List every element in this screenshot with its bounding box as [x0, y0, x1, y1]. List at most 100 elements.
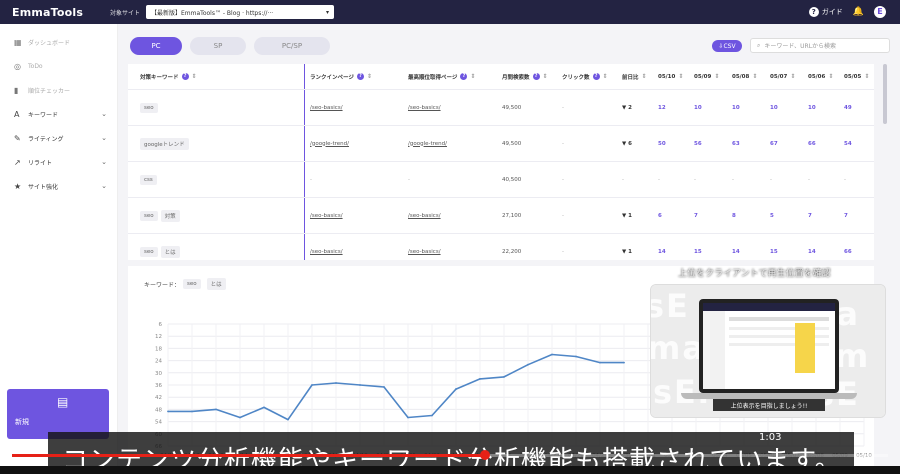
volume-value: 49,500 [502, 104, 522, 111]
data-point [239, 416, 241, 419]
rank-value: 63 [732, 140, 740, 147]
sidebar-group-writing[interactable]: ✎ ライティング ⌄ [0, 126, 117, 150]
header-diff[interactable]: 前日比 ⇕ [622, 64, 652, 89]
rank-value: - [732, 176, 734, 183]
keyword-icon: A [14, 109, 20, 119]
search-icon: ⌕ [757, 41, 761, 49]
rank-value: 56 [694, 140, 702, 147]
tab-sp[interactable]: SP [190, 37, 246, 55]
sidebar-item-label: ダッシュボード [28, 39, 71, 47]
best-page-link[interactable]: /seo-basics/ [408, 249, 441, 255]
data-point [335, 382, 337, 384]
rank-value: 66 [808, 140, 816, 147]
header-date[interactable]: 05/07 ⇕ [770, 64, 808, 89]
keyword-cell: seo とは [140, 234, 300, 260]
rank-value: 10 [770, 104, 778, 111]
header-date[interactable]: 05/09 ⇕ [694, 64, 732, 89]
table-scrollbar[interactable] [883, 64, 887, 124]
sort-icon: ⇕ [191, 73, 197, 80]
header-date[interactable]: 05/08 ⇕ [732, 64, 770, 89]
keyword-chip: seo [140, 246, 158, 257]
data-point [527, 363, 529, 366]
header-rank-page[interactable]: ランクインページ? ⇕ [310, 64, 406, 89]
new-document-label: 新規 [15, 418, 29, 426]
rank-page-link[interactable]: /seo-basics/ [310, 105, 343, 111]
header-date[interactable]: 05/05 ⇕ [844, 64, 874, 89]
best-page-link[interactable]: /seo-basics/ [408, 105, 441, 111]
site-select[interactable]: 【最新版】EmmaTools™ - Blog · https://··· ▾ [146, 5, 335, 19]
chevron-down-icon: ⌄ [101, 134, 107, 142]
bar-chart-icon: ▮ [14, 85, 19, 95]
table-row[interactable]: googleトレンド/google-trend/ /google-trend/49… [128, 126, 874, 162]
sidebar-group-label: キーワード [28, 111, 59, 119]
help-icon: ? [808, 7, 819, 17]
trend-icon: ↗ [14, 157, 21, 167]
sidebar-group-keyword[interactable]: A キーワード ⌄ [0, 102, 117, 126]
data-point [263, 406, 265, 409]
data-point [599, 361, 601, 364]
rank-value: 10 [732, 104, 740, 111]
sidebar-item-label: ToDo [28, 62, 43, 70]
clicks-value: - [562, 176, 564, 183]
data-point [167, 410, 169, 413]
data-point [479, 378, 481, 380]
table-row[interactable]: seo とは/seo-basics/ /seo-basics/22,200 - ▼ 1 1… [128, 234, 874, 260]
rank-value: 14 [658, 248, 666, 255]
sort-icon: ⇕ [678, 73, 684, 80]
pip-caption: 上位表示を目指しましょう!! [713, 399, 825, 411]
header-clicks[interactable]: クリック数? ⇕ [562, 64, 620, 89]
y-tick-label: 36 [155, 383, 162, 389]
header-date[interactable]: 05/10 ⇕ [658, 64, 696, 89]
data-point [311, 384, 313, 386]
rank-value: 14 [732, 248, 740, 255]
player-controls-strip [0, 466, 900, 474]
header-best-page[interactable]: 最高順位取得ページ? ⇕ [408, 64, 504, 89]
sidebar-item-todo[interactable]: ◎ ToDo [0, 54, 117, 78]
rank-page-link[interactable]: /seo-basics/ [310, 249, 343, 255]
rank-value: 15 [694, 248, 702, 255]
clicks-value: - [562, 212, 564, 219]
search-input[interactable]: ⌕ キーワード、URLから検索 [750, 38, 890, 53]
guide-button[interactable]: ? ガイド [808, 7, 843, 17]
table-header: 対策キーワード? ⇕ ランクインページ? ⇕ 最高順位取得ページ? ⇕ 月間検索数? ⇕… [128, 64, 874, 90]
avatar[interactable]: E [874, 6, 886, 18]
bell-icon[interactable]: 🔔 [853, 7, 864, 17]
sidebar-group-site-boost[interactable]: ★ サイト強化 ⌄ [0, 174, 117, 198]
rank-value: 50 [658, 140, 666, 147]
table-row[interactable]: seo/seo-basics/ /seo-basics/49,500 - ▼ 2 12 1… [128, 90, 874, 126]
header-keyword[interactable]: 対策キーワード? ⇕ [140, 64, 300, 89]
csv-label: CSV [723, 42, 736, 50]
y-tick-label: 30 [155, 371, 162, 377]
y-tick-label: 42 [155, 395, 162, 401]
rank-page-link[interactable]: /google-trend/ [310, 141, 349, 147]
sidebar-group-label: ライティング [28, 135, 64, 143]
table-body: seo/seo-basics/ /seo-basics/49,500 - ▼ 2 12 1… [128, 90, 874, 260]
csv-download-button[interactable]: ⇩ CSV [712, 40, 742, 52]
chevron-down-icon: ⌄ [101, 158, 107, 166]
video-thumbnail[interactable]: sE ma maT Em sEr sE 上位表示を目指しましょう!! [650, 284, 886, 418]
clicks-value: - [562, 140, 564, 147]
tab-pc-sp[interactable]: PC/SP [254, 37, 330, 55]
data-point [191, 410, 193, 413]
diff-value: ▼ 1 [622, 248, 632, 255]
diff-value: - [622, 176, 624, 183]
best-page-link[interactable]: /seo-basics/ [408, 213, 441, 219]
tab-pc[interactable]: PC [130, 37, 182, 55]
header-volume[interactable]: 月間検索数? ⇕ [502, 64, 558, 89]
table-row[interactable]: css - - 40,500 - - - - - - - - [128, 162, 874, 198]
header-date[interactable]: 05/06 ⇕ [808, 64, 846, 89]
table-row[interactable]: seo 対策/seo-basics/ /seo-basics/27,100 - ▼ 1 6… [128, 198, 874, 234]
video-scrubber-handle[interactable] [480, 450, 491, 460]
document-icon: ▤ [57, 395, 69, 409]
sidebar-item-dashboard[interactable]: ▦ ダッシュボード [0, 30, 117, 54]
best-page-link[interactable]: /google-trend/ [408, 141, 447, 147]
sidebar-group-rewrite[interactable]: ↗ リライト ⌄ [0, 150, 117, 174]
chevron-down-icon: ⌄ [101, 182, 107, 190]
app-logo[interactable]: EmmaTools [12, 6, 110, 19]
keyword-table: 対策キーワード? ⇕ ランクインページ? ⇕ 最高順位取得ページ? ⇕ 月間検索数? ⇕… [128, 64, 874, 260]
rank-page-link[interactable]: /seo-basics/ [310, 213, 343, 219]
sidebar-item-rank-checker[interactable]: ▮ 順位チェッカー [0, 78, 117, 102]
rank-value: 54 [844, 140, 852, 147]
help-icon: ? [181, 73, 189, 80]
y-tick-label: 6 [159, 322, 163, 328]
